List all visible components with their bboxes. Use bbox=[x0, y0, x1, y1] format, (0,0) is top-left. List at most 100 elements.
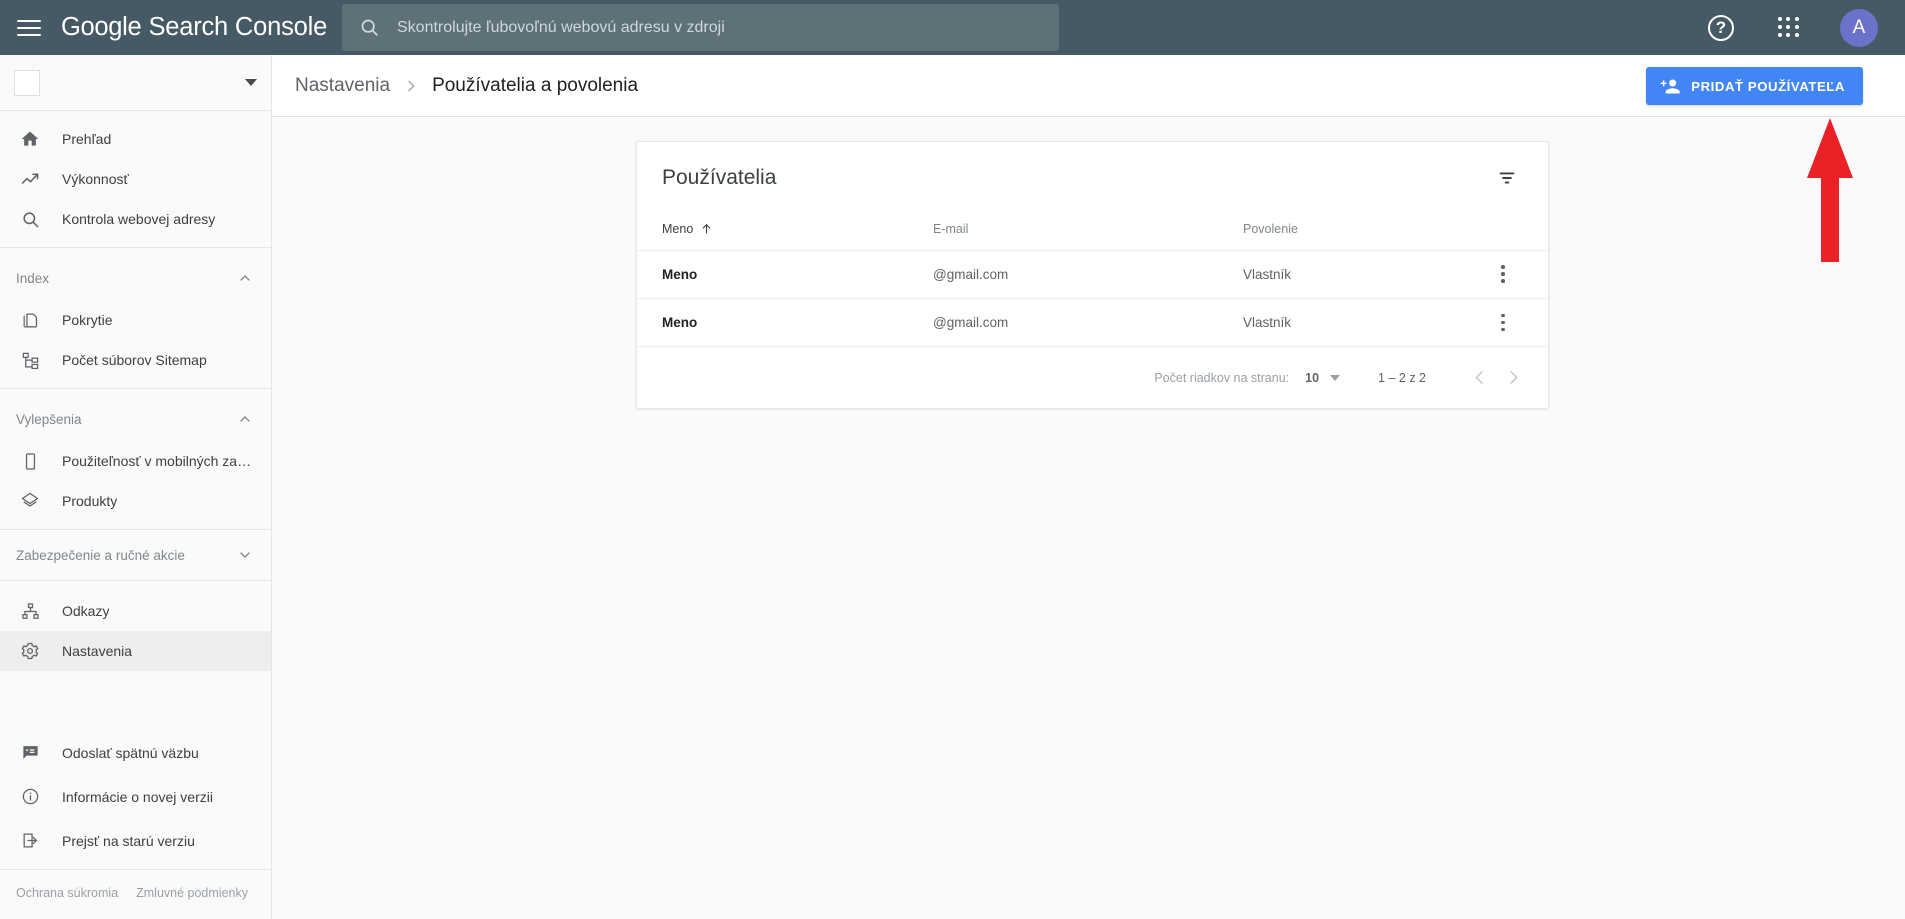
sidebar-item-label: Nastavenia bbox=[62, 643, 133, 659]
sidebar-section-index: Index Pokrytie Počet súborov Sitemap bbox=[0, 248, 271, 389]
sidebar-footer-group: Odoslať spätnú väzbu Informácie o novej … bbox=[0, 725, 271, 869]
sidebar-item-label: Pokrytie bbox=[62, 312, 113, 328]
sidebar-section-vylepsenia: Vylepšenia Použiteľnosť v mobilných zari… bbox=[0, 389, 271, 530]
column-header-label: Meno bbox=[662, 221, 694, 236]
chevron-down-icon[interactable] bbox=[1330, 374, 1341, 381]
page-title: Používatelia a povolenia bbox=[432, 74, 639, 96]
add-user-button[interactable]: PRIDAŤ POUŽÍVATEĽA bbox=[1646, 67, 1863, 105]
property-selector[interactable] bbox=[0, 55, 271, 111]
brand-google-text: Google bbox=[61, 13, 142, 41]
brand-product-text: Search Console bbox=[148, 13, 328, 41]
sidebar-section-label: Index bbox=[16, 270, 50, 286]
hamburger-menu-icon[interactable] bbox=[17, 15, 43, 41]
users-table-body: Meno @gmail.com Vlastník Meno @gmail.com… bbox=[637, 249, 1550, 346]
mobile-icon bbox=[18, 449, 42, 473]
info-icon bbox=[18, 785, 42, 809]
sidebar-item-label: Prehľad bbox=[62, 131, 112, 147]
sidebar-item-odoslat-spatnu-vazbu[interactable]: Odoslať spätnú väzbu bbox=[0, 731, 271, 775]
sidebar-bottom-group: Odkazy Nastavenia bbox=[0, 581, 271, 671]
chevron-right-icon bbox=[403, 78, 419, 94]
add-user-button-label: PRIDAŤ POUŽÍVATEĽA bbox=[1691, 78, 1845, 94]
sidebar-section-header-vylepsenia[interactable]: Vylepšenia bbox=[0, 397, 271, 441]
chevron-right-icon[interactable] bbox=[1496, 361, 1530, 395]
column-header-povolenie[interactable]: Povolenie bbox=[1243, 214, 1473, 250]
column-header-actions bbox=[1473, 214, 1550, 250]
header-actions: ? A bbox=[1708, 0, 1905, 55]
sidebar-item-label: Odkazy bbox=[62, 603, 110, 619]
search-icon bbox=[18, 207, 42, 231]
sidebar: Prehľad Výkonnosť Kontrola webovej adres… bbox=[0, 55, 272, 919]
pagination-range: 1 – 2 z 2 bbox=[1378, 370, 1426, 385]
table-row[interactable]: Meno @gmail.com Vlastník bbox=[637, 249, 1550, 298]
terms-link[interactable]: Zmluvné podmienky bbox=[136, 884, 248, 903]
column-header-label: E-mail bbox=[933, 221, 969, 236]
app-root: Google Search Console ? A bbox=[0, 0, 1905, 919]
cell-actions bbox=[1473, 297, 1550, 346]
chevron-left-icon[interactable] bbox=[1462, 361, 1496, 395]
sidebar-section-label: Vylepšenia bbox=[16, 411, 82, 427]
cell-permission: Vlastník bbox=[1243, 297, 1473, 346]
sidebar-item-label: Použiteľnosť v mobilných zaria… bbox=[62, 453, 252, 469]
rows-per-page-value[interactable]: 10 bbox=[1305, 371, 1319, 385]
sidebar-item-label: Kontrola webovej adresy bbox=[62, 211, 216, 227]
sidebar-item-produkty[interactable]: Produkty bbox=[0, 481, 271, 521]
table-header-row: Meno E-mail Povolenie bbox=[637, 214, 1550, 250]
property-thumbnail bbox=[14, 69, 40, 96]
cell-name: Meno bbox=[637, 297, 933, 346]
avatar[interactable]: A bbox=[1840, 8, 1878, 47]
chevron-down-icon[interactable] bbox=[237, 547, 253, 563]
feedback-icon bbox=[18, 741, 42, 765]
top-header-bar: Google Search Console ? A bbox=[0, 0, 1905, 55]
sidebar-item-odkazy[interactable]: Odkazy bbox=[0, 591, 271, 631]
global-search-box[interactable] bbox=[342, 4, 1059, 51]
help-icon[interactable]: ? bbox=[1708, 14, 1734, 41]
cell-email: @gmail.com bbox=[933, 297, 1243, 346]
chevron-up-icon[interactable] bbox=[237, 270, 253, 286]
sidebar-section-header-index[interactable]: Index bbox=[0, 256, 271, 300]
users-card-title: Používatelia bbox=[662, 166, 777, 189]
home-icon bbox=[18, 127, 42, 151]
sidebar-item-label: Odoslať spätnú väzbu bbox=[62, 744, 199, 761]
sidebar-legal-links: Ochrana súkromia Zmluvné podmienky bbox=[0, 868, 271, 919]
users-card: Používatelia Meno E-mail Povolenie Meno … bbox=[636, 141, 1550, 409]
sidebar-item-nastavenia[interactable]: Nastavenia bbox=[0, 631, 271, 671]
page-subheader: Nastavenia Používatelia a povolenia PRID… bbox=[272, 55, 1905, 117]
sidebar-item-prejst-na-staru-verziu[interactable]: Prejsť na starú verziu bbox=[0, 819, 271, 863]
sidebar-item-label: Produkty bbox=[62, 493, 118, 509]
brand-logo[interactable]: Google Search Console bbox=[61, 0, 327, 55]
sidebar-item-pouzitelnost-mobilne[interactable]: Použiteľnosť v mobilných zaria… bbox=[0, 441, 271, 481]
users-table-head: Meno E-mail Povolenie bbox=[637, 214, 1550, 250]
main-content: Používatelia Meno E-mail Povolenie Meno … bbox=[272, 117, 1905, 919]
filter-icon[interactable] bbox=[1490, 161, 1524, 195]
column-header-email[interactable]: E-mail bbox=[933, 214, 1243, 250]
sidebar-item-kontrola-webovej-adresy[interactable]: Kontrola webovej adresy bbox=[0, 199, 271, 239]
privacy-link[interactable]: Ochrana súkromia bbox=[16, 884, 118, 903]
kebab-menu-icon[interactable] bbox=[1491, 310, 1515, 334]
sidebar-item-informacie-o-novej-verzii[interactable]: Informácie o novej verzii bbox=[0, 775, 271, 819]
sidebar-section-header-zabezpecenie[interactable]: Zabezpečenie a ručné akcie bbox=[0, 530, 271, 580]
column-header-meno[interactable]: Meno bbox=[637, 214, 933, 250]
sidebar-item-label: Prejsť na starú verziu bbox=[62, 832, 195, 849]
sidebar-section-label: Zabezpečenie a ručné akcie bbox=[16, 547, 185, 563]
search-icon bbox=[359, 17, 380, 38]
sidebar-item-label: Výkonnosť bbox=[62, 171, 129, 187]
kebab-menu-icon[interactable] bbox=[1491, 262, 1515, 286]
rows-per-page-label: Počet riadkov na stranu: bbox=[1154, 370, 1290, 385]
chevron-down-icon[interactable] bbox=[245, 79, 257, 86]
apps-grid-icon[interactable] bbox=[1778, 16, 1800, 39]
breadcrumb-parent-link[interactable]: Nastavenia bbox=[295, 75, 390, 97]
sidebar-item-label: Informácie o novej verzii bbox=[62, 788, 213, 805]
cell-actions bbox=[1473, 249, 1550, 298]
sidebar-item-prehlad[interactable]: Prehľad bbox=[0, 119, 271, 159]
sidebar-item-pocet-suborov-sitemap[interactable]: Počet súborov Sitemap bbox=[0, 340, 271, 380]
exit-icon bbox=[18, 829, 42, 853]
search-input[interactable] bbox=[397, 5, 1059, 50]
sidebar-item-pokrytie[interactable]: Pokrytie bbox=[0, 300, 271, 340]
layers-icon bbox=[18, 489, 42, 513]
chevron-up-icon[interactable] bbox=[237, 411, 253, 427]
sidebar-section-zabezpecenie: Zabezpečenie a ručné akcie bbox=[0, 530, 271, 581]
arrow-up-icon bbox=[700, 222, 713, 235]
sidebar-item-vykonnost[interactable]: Výkonnosť bbox=[0, 159, 271, 199]
table-row[interactable]: Meno @gmail.com Vlastník bbox=[637, 297, 1550, 346]
